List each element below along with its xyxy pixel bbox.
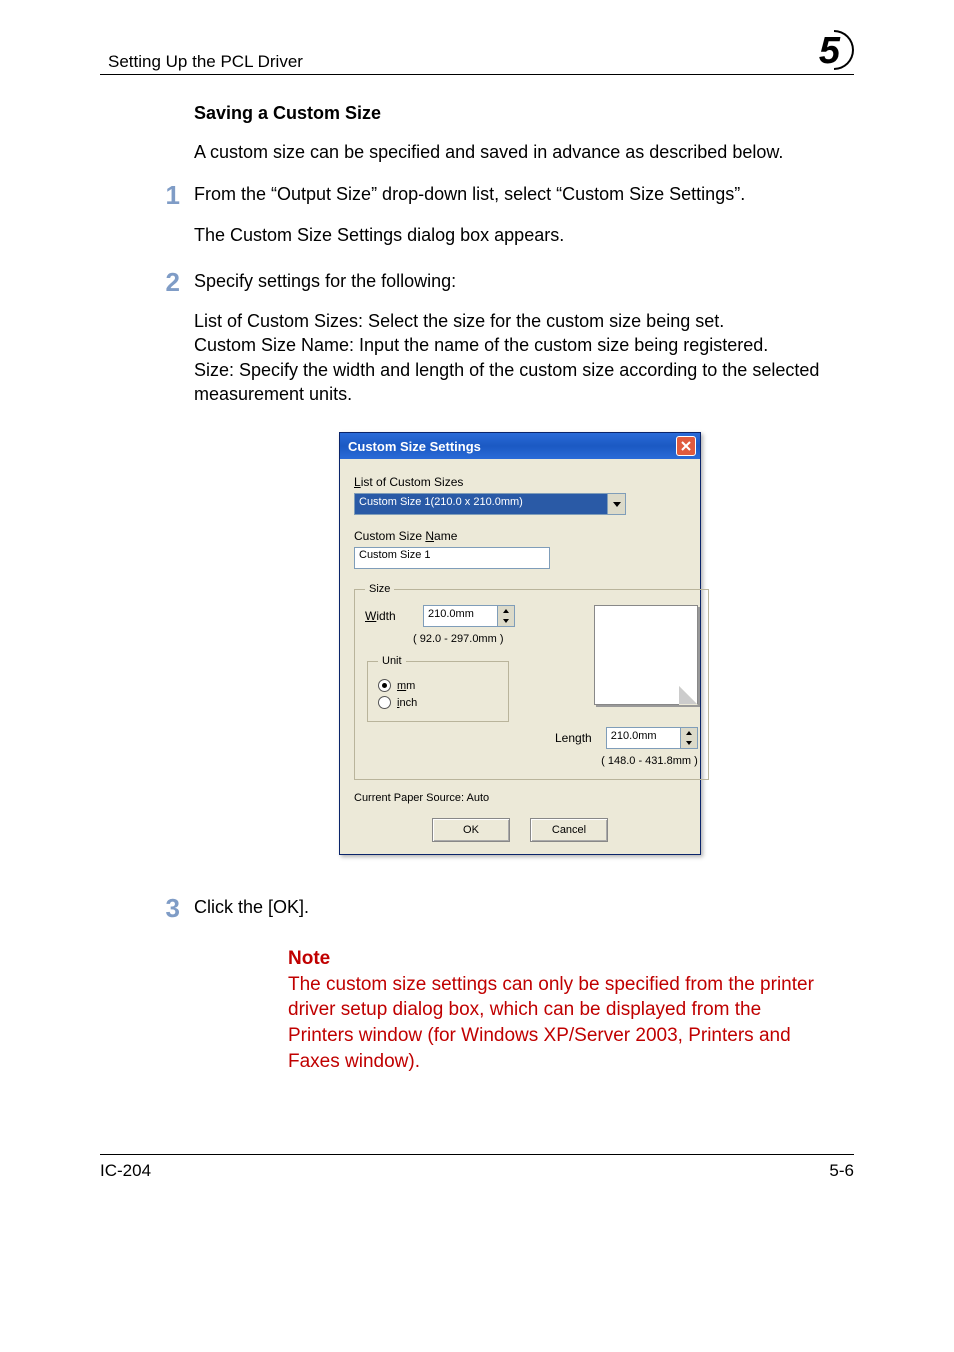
length-spinner[interactable] bbox=[680, 728, 697, 748]
step-number: 1 bbox=[140, 182, 194, 208]
width-range: ( 92.0 - 297.0mm ) bbox=[413, 633, 515, 645]
width-value: 210.0mm bbox=[424, 606, 497, 626]
list-of-custom-sizes-value: Custom Size 1(210.0 x 210.0mm) bbox=[355, 494, 607, 514]
page-footer: IC-204 5-6 bbox=[100, 1154, 854, 1181]
chapter-badge: 5 bbox=[819, 30, 854, 72]
footer-right: 5-6 bbox=[829, 1161, 854, 1181]
custom-size-settings-dialog: Custom Size Settings List of Custom Size… bbox=[339, 432, 701, 855]
cancel-button[interactable]: Cancel bbox=[530, 818, 608, 842]
width-field[interactable]: 210.0mm bbox=[423, 605, 515, 627]
radio-unselected-icon bbox=[378, 696, 391, 709]
list-of-custom-sizes-combo[interactable]: Custom Size 1(210.0 x 210.0mm) bbox=[354, 493, 626, 515]
close-icon[interactable] bbox=[676, 436, 696, 456]
length-value: 210.0mm bbox=[607, 728, 680, 748]
step-2-list-of-sizes: List of Custom Sizes: Select the size fo… bbox=[194, 311, 724, 331]
section-intro: A custom size can be specified and saved… bbox=[194, 140, 846, 164]
step-3-line-1: Click the [OK]. bbox=[194, 895, 846, 919]
note-block: Note The custom size settings can only b… bbox=[288, 948, 816, 1075]
step-1: 1 From the “Output Size” drop-down list,… bbox=[194, 182, 846, 263]
custom-size-name-label: Custom Size Name bbox=[354, 529, 686, 543]
width-label: Width bbox=[365, 609, 413, 623]
dialog-title: Custom Size Settings bbox=[348, 439, 481, 454]
length-label: Length bbox=[555, 731, 592, 745]
footer-left: IC-204 bbox=[100, 1161, 151, 1181]
length-field[interactable]: 210.0mm bbox=[606, 727, 698, 749]
ok-button[interactable]: OK bbox=[432, 818, 510, 842]
step-3: 3 Click the [OK]. bbox=[194, 895, 846, 935]
unit-inch-radio[interactable]: inch bbox=[378, 696, 498, 709]
width-spinner[interactable] bbox=[497, 606, 514, 626]
step-2-line-1: Specify settings for the following: bbox=[194, 269, 846, 293]
spin-down-icon[interactable] bbox=[681, 738, 697, 748]
dialog-titlebar[interactable]: Custom Size Settings bbox=[340, 433, 700, 459]
section-running-title: Setting Up the PCL Driver bbox=[108, 52, 303, 72]
spin-up-icon[interactable] bbox=[498, 606, 514, 616]
step-2: 2 Specify settings for the following: Li… bbox=[194, 269, 846, 422]
list-of-custom-sizes-label: List of Custom Sizes bbox=[354, 475, 686, 489]
chapter-ornament-icon bbox=[834, 30, 854, 70]
unit-mm-label: mm bbox=[397, 680, 415, 692]
step-2-detail: List of Custom Sizes: Select the size fo… bbox=[194, 309, 846, 406]
step-number: 2 bbox=[140, 269, 194, 295]
spin-down-icon[interactable] bbox=[498, 616, 514, 626]
size-legend: Size bbox=[365, 583, 394, 595]
section-heading: Saving a Custom Size bbox=[194, 103, 846, 124]
spin-up-icon[interactable] bbox=[681, 728, 697, 738]
unit-mm-radio[interactable]: mm bbox=[378, 679, 498, 692]
dialog-body: List of Custom Sizes Custom Size 1(210.0… bbox=[340, 459, 700, 854]
unit-inch-label: inch bbox=[397, 697, 417, 709]
step-2-custom-size-name: Custom Size Name: Input the name of the … bbox=[194, 335, 768, 355]
unit-legend: Unit bbox=[378, 655, 406, 667]
step-1-line-1: From the “Output Size” drop-down list, s… bbox=[194, 182, 846, 206]
size-group: Size Width 210.0mm bbox=[354, 583, 709, 780]
step-number: 3 bbox=[140, 895, 194, 921]
custom-size-name-field[interactable]: Custom Size 1 bbox=[354, 547, 550, 569]
radio-selected-icon bbox=[378, 679, 391, 692]
page-header: Setting Up the PCL Driver 5 bbox=[100, 30, 854, 75]
step-2-size-desc: Size: Specify the width and length of th… bbox=[194, 360, 819, 404]
paper-preview-icon bbox=[594, 605, 698, 705]
note-title: Note bbox=[288, 948, 816, 970]
note-text: The custom size settings can only be spe… bbox=[288, 972, 816, 1075]
unit-group: Unit mm inch bbox=[367, 655, 509, 722]
step-1-line-2: The Custom Size Settings dialog box appe… bbox=[194, 223, 846, 247]
current-paper-source: Current Paper Source: Auto bbox=[354, 792, 686, 804]
chevron-down-icon[interactable] bbox=[607, 494, 625, 514]
length-range: ( 148.0 - 431.8mm ) bbox=[555, 755, 698, 767]
